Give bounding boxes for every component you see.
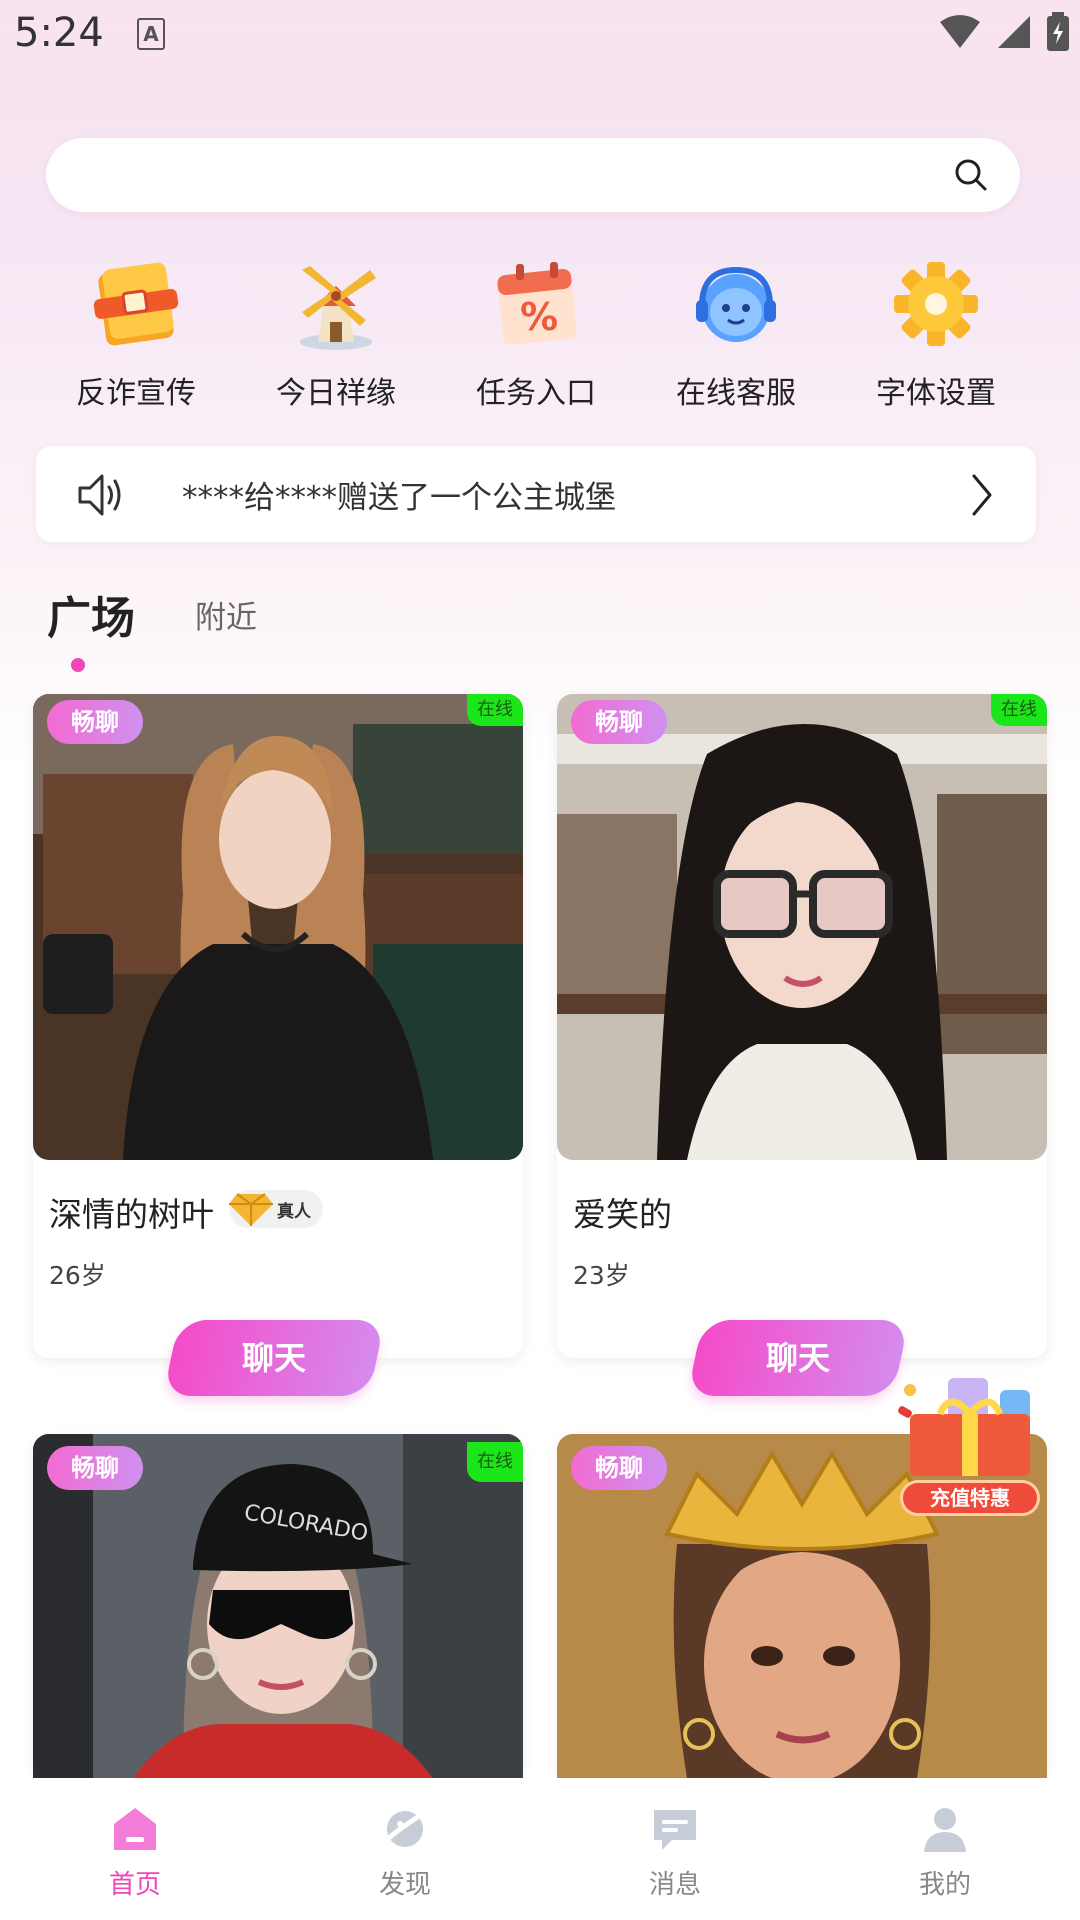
book-icon <box>84 252 188 356</box>
nav-profile[interactable]: 我的 <box>810 1778 1080 1920</box>
tab-indicator <box>71 658 85 672</box>
chevron-right-icon[interactable] <box>968 472 996 518</box>
chat-tag-badge: 畅聊 <box>47 1446 143 1490</box>
quick-item-anti-fraud[interactable]: 反诈宣传 <box>36 252 236 412</box>
quick-label: 今日祥缘 <box>276 376 396 411</box>
user-icon <box>924 1808 966 1852</box>
nav-label: 发现 <box>378 1870 431 1900</box>
svg-text:%: % <box>520 295 558 339</box>
online-badge: 在线 <box>991 694 1047 726</box>
status-bar: 5:24 A <box>0 0 1080 70</box>
signal-icon <box>998 16 1030 48</box>
battery-icon <box>1047 12 1069 51</box>
bottom-nav: 首页 发现 消息 我的 <box>0 1778 1080 1920</box>
chat-button[interactable]: 聊天 <box>162 1320 386 1396</box>
status-icons <box>938 12 1070 52</box>
gear-icon <box>884 252 988 356</box>
home-icon <box>114 1808 156 1850</box>
user-age: 26岁 <box>49 1261 106 1290</box>
user-card[interactable]: 畅聊 在线 爱笑的 23岁 聊天 <box>557 694 1047 1396</box>
quick-label: 字体设置 <box>876 376 996 411</box>
message-icon <box>654 1810 696 1850</box>
headset-mascot-icon <box>684 252 788 356</box>
nav-discover[interactable]: 发现 <box>270 1778 540 1920</box>
chat-tag-badge: 畅聊 <box>47 700 143 744</box>
chat-tag-badge: 畅聊 <box>571 700 667 744</box>
wifi-icon <box>940 15 980 48</box>
nav-home[interactable]: 首页 <box>0 1778 270 1920</box>
diamond-icon <box>229 1193 273 1226</box>
chat-button-label: 聊天 <box>765 1339 830 1377</box>
user-age: 23岁 <box>573 1261 630 1290</box>
quick-item-daily-luck[interactable]: 今日祥缘 <box>236 252 436 412</box>
quick-item-support[interactable]: 在线客服 <box>636 252 836 412</box>
quick-menu: 反诈宣传 今日祥缘 % 任务入口 在线客服 字体设置 <box>36 252 1044 412</box>
nav-label: 我的 <box>918 1870 971 1900</box>
quick-label: 在线客服 <box>676 376 796 411</box>
status-time: 5:24 <box>14 10 104 56</box>
search-bar[interactable] <box>46 138 1020 212</box>
promo-label: 充值特惠 <box>900 1480 1040 1516</box>
chat-button[interactable]: 聊天 <box>686 1320 910 1396</box>
calendar-percent-icon: % <box>484 252 588 356</box>
verified-badge: 真人 <box>229 1190 323 1228</box>
planet-icon <box>382 1809 428 1847</box>
quick-item-tasks[interactable]: % 任务入口 <box>436 252 636 412</box>
nav-label: 首页 <box>108 1870 161 1900</box>
tab-square[interactable]: 广场 <box>47 582 135 646</box>
user-photo: 畅聊 在线 <box>33 694 523 1160</box>
recharge-promo[interactable]: 充值特惠 <box>890 1370 1050 1520</box>
quick-item-font-settings[interactable]: 字体设置 <box>836 252 1036 412</box>
user-photo: 畅聊 在线 <box>557 694 1047 1160</box>
chat-tag-badge: 畅聊 <box>571 1446 667 1490</box>
user-photo: COLORADO 畅聊 在线 <box>33 1434 523 1778</box>
windmill-icon <box>284 252 388 356</box>
notice-text: ****给****赠送了一个公主城堡 <box>182 480 616 516</box>
notice-bar[interactable]: ****给****赠送了一个公主城堡 <box>36 446 1036 542</box>
quick-label: 反诈宣传 <box>76 376 196 411</box>
verified-text: 真人 <box>277 1201 311 1222</box>
search-icon[interactable] <box>954 158 988 192</box>
search-input[interactable] <box>76 152 916 198</box>
user-card[interactable]: COLORADO 畅聊 在线 <box>33 1434 523 1778</box>
user-name: 深情的树叶 <box>49 1195 214 1234</box>
tab-nearby[interactable]: 附近 <box>195 592 257 637</box>
gift-icon <box>898 1378 1030 1476</box>
online-badge: 在线 <box>467 694 523 726</box>
nav-messages[interactable]: 消息 <box>540 1778 810 1920</box>
online-badge: 在线 <box>467 1442 523 1482</box>
nav-label: 消息 <box>648 1870 701 1900</box>
quick-label: 任务入口 <box>476 376 596 411</box>
user-card[interactable]: 畅聊 在线 深情的树叶 真人 26岁 聊天 <box>33 694 523 1396</box>
speaker-icon <box>78 474 121 516</box>
user-name: 爱笑的 <box>573 1195 672 1234</box>
chat-button-label: 聊天 <box>241 1339 306 1377</box>
notification-badge: A <box>137 18 165 50</box>
